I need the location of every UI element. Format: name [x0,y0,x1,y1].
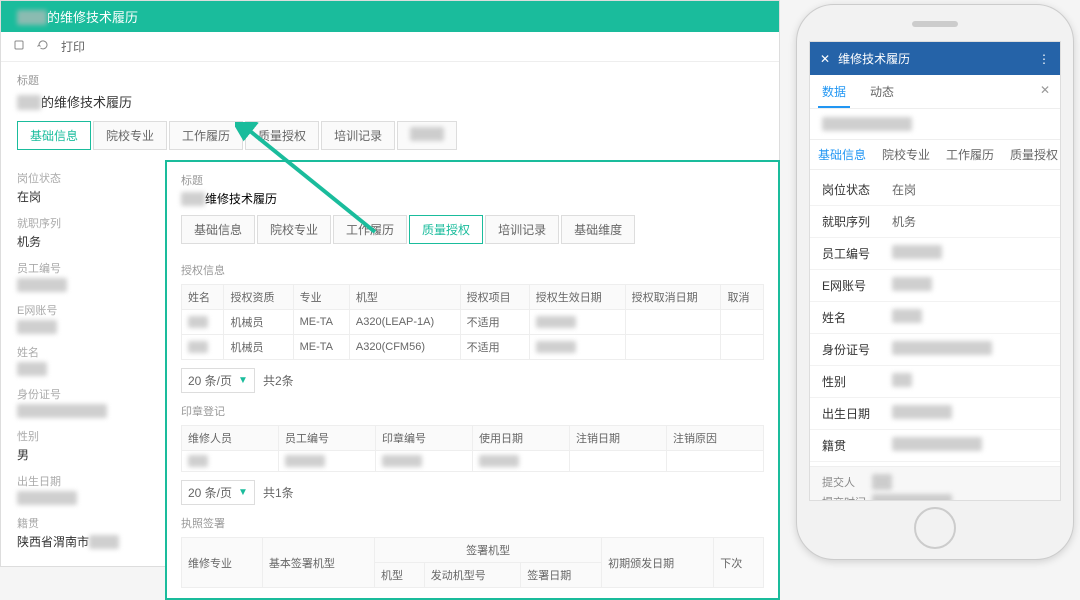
section-auth: 授权信息 [181,262,764,278]
mobile-header: ✕维修技术履历 ⋮ [810,42,1060,75]
phone-screen: ✕维修技术履历 ⋮ 数据 动态 ✕ xxxxxxx 基础信息 院校专业 工作履历… [809,41,1061,501]
list-item: 籍贯xxxxxxx [810,430,1060,462]
toolbar: 打印 [1,32,779,62]
mnav-school[interactable]: 院校专业 [874,140,938,169]
mobile-subtitle: xxxxxxx [810,109,1060,140]
tab-school[interactable]: 院校专业 [93,121,167,150]
save-icon[interactable] [13,39,25,54]
field: 身份证号xxxxxxxx [17,386,145,418]
pager: 20 条/页▼ 共1条 [181,480,764,505]
header-label: 标题 [181,172,764,188]
table-row[interactable]: xxxxxxxxxx [182,451,764,472]
mobile-top-tabs: 数据 动态 ✕ [810,75,1060,109]
field: E网账号xxx [17,302,145,334]
list-item: 姓名xx [810,302,1060,334]
close-icon[interactable]: ✕ [820,52,830,66]
list-item: 身份证号xxxxxxxx [810,334,1060,366]
chevron-down-icon: ▼ [238,375,248,386]
window-titlebar: xx的维修技术履历 [1,1,779,32]
list-item: 就职序列机务 [810,206,1060,238]
tab-training[interactable]: 培训记录 [321,121,395,150]
tab-basic[interactable]: 基础信息 [17,121,91,150]
window-detail: 标题 xx维修技术履历 基础信息 院校专业 工作履历 质量授权 培训记录 基础维… [165,160,780,600]
table-row[interactable]: x机械员ME-TAA320(CFM56)不适用xxx [182,335,764,360]
tabs-row: 基础信息 院校专业 工作履历 质量授权 培训记录 xxx [1,121,779,160]
mobile-footer: 提交人x 提交时间xxxxxx [810,466,1060,501]
table-row[interactable]: x机械员ME-TAA320(LEAP-1A)不适用xxx [182,310,764,335]
mnav-work[interactable]: 工作履历 [938,140,1002,169]
tab-quality[interactable]: 质量授权 [245,121,319,150]
tab-work[interactable]: 工作履历 [169,121,243,150]
field: 岗位状态在岗 [17,170,145,205]
section-seal: 印章登记 [181,403,764,419]
tab-work[interactable]: 工作履历 [333,215,407,244]
chevron-down-icon: ▼ [238,487,248,498]
mnav-quality[interactable]: 质量授权 [1002,140,1060,169]
field: 性别男 [17,428,145,463]
field: 员工编号xxxx [17,260,145,292]
refresh-icon[interactable] [37,39,49,54]
phone-frame: ✕维修技术履历 ⋮ 数据 动态 ✕ xxxxxxx 基础信息 院校专业 工作履历… [796,4,1074,560]
mobile-field-list: 岗位状态在岗 就职序列机务 员工编号xxxx E网账号xxx 姓名xx 身份证号… [810,170,1060,466]
left-pane: 岗位状态在岗 就职序列机务 员工编号xxxx E网账号xxx 姓名xx 身份证号… [1,170,161,566]
list-item: 出生日期xxxxx [810,398,1060,430]
page-size-select[interactable]: 20 条/页▼ [181,480,255,505]
mobile-nav-tabs: 基础信息 院校专业 工作履历 质量授权 培 [810,140,1060,170]
list-item: 性别x [810,366,1060,398]
print-button[interactable]: 打印 [61,38,85,55]
seal-table: 维修人员员工编号印章编号使用日期注销日期注销原因 xxxxxxxxxx [181,425,764,472]
header-title: xx维修技术履历 [181,190,764,207]
more-icon[interactable]: ⋮ [1038,52,1050,66]
auth-table: 姓名授权资质专业机型授权项目授权生效日期授权取消日期取消 x机械员ME-TAA3… [181,284,764,360]
tab-extra[interactable]: xxx [397,121,457,150]
list-item: E网账号xxx [810,270,1060,302]
tab-quality[interactable]: 质量授权 [409,215,483,244]
tab-training[interactable]: 培训记录 [485,215,559,244]
mtab-data[interactable]: 数据 [810,75,858,108]
tab-school[interactable]: 院校专业 [257,215,331,244]
field: 姓名xx [17,344,145,376]
collapse-icon[interactable]: ✕ [1030,75,1060,108]
field: 就职序列机务 [17,215,145,250]
list-item: 员工编号xxxx [810,238,1060,270]
field: 出生日期xxxxx [17,473,145,505]
mtab-activity[interactable]: 动态 [858,75,906,108]
list-item: 岗位状态在岗 [810,174,1060,206]
mnav-basic[interactable]: 基础信息 [810,140,874,169]
field: 籍贯陕西省渭南市xx [17,515,145,550]
header-label: 标题 [1,62,779,92]
pager: 20 条/页▼ 共2条 [181,368,764,393]
tab-base[interactable]: 基础维度 [561,215,635,244]
page-size-select[interactable]: 20 条/页▼ [181,368,255,393]
header-title: xx的维修技术履历 [1,92,779,121]
section-license: 执照签署 [181,515,764,531]
tab-basic[interactable]: 基础信息 [181,215,255,244]
license-table: 维修专业基本签署机型签署机型初期颁发日期下次 机型发动机型号签署日期 [181,537,764,588]
